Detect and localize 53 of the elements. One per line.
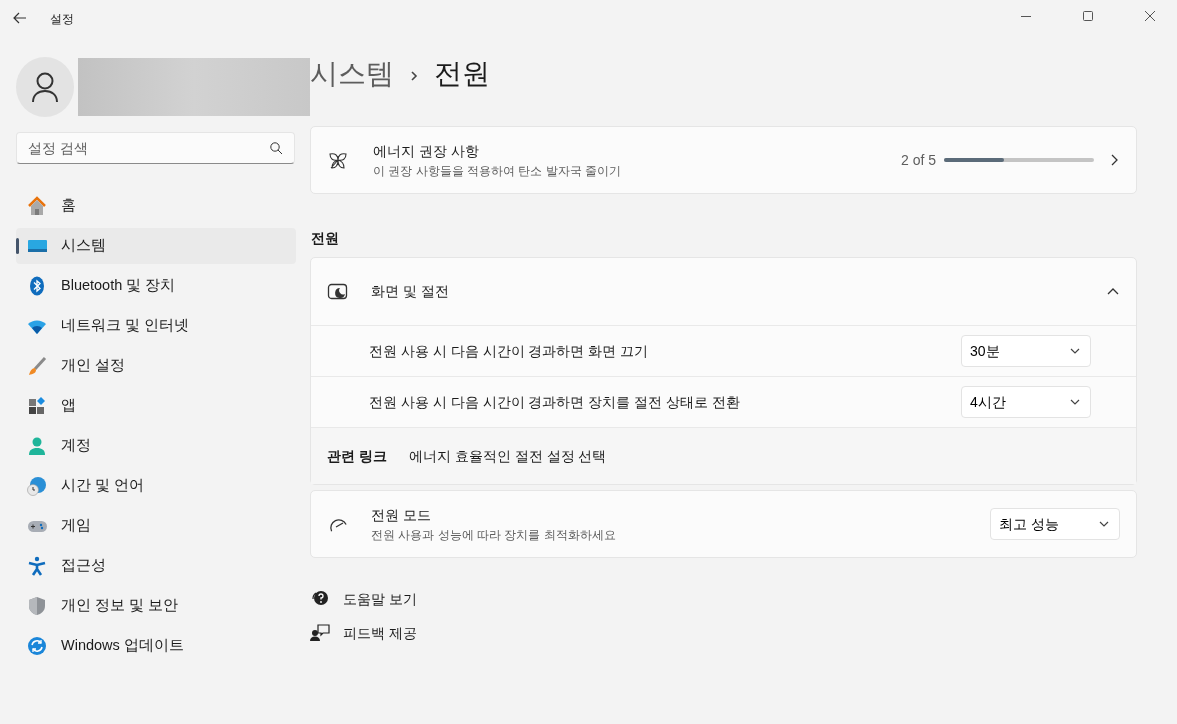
sidebar-item[interactable]: 앱 (16, 388, 296, 424)
person-icon (27, 436, 47, 456)
breadcrumb-link[interactable]: 시스템 (310, 53, 394, 95)
card-subtitle: 이 권장 사항들을 적용하여 탄소 발자국 줄이기 (373, 162, 621, 180)
sidebar-item[interactable]: 게임 (16, 508, 296, 544)
person-icon (30, 71, 61, 103)
time-dropdown[interactable]: 30분 (961, 335, 1091, 367)
page-title: 전원 (434, 57, 490, 91)
sidebar-item[interactable]: Bluetooth 및 장치 (16, 268, 296, 304)
help-link[interactable]: 피드백 제공 (310, 616, 417, 650)
sidebar-item[interactable]: 시스템 (16, 228, 296, 264)
sidebar-item[interactable]: 접근성 (16, 548, 296, 584)
selection-indicator (16, 238, 19, 254)
expander-title: 화면 및 절전 (371, 282, 449, 301)
setting-label: 전원 사용 시 다음 시간이 경과하면 장치를 절전 상태로 전환 (369, 392, 740, 412)
expander-header[interactable]: 화면 및 절전 (311, 258, 1136, 325)
related-link[interactable]: 에너지 효율적인 절전 설정 선택 (408, 445, 607, 467)
sidebar-item[interactable]: 계정 (16, 428, 296, 464)
setting-title: 전원 모드 (371, 505, 432, 525)
screen-moon-icon (327, 281, 349, 302)
brush-icon (27, 356, 47, 376)
back-arrow-icon (12, 10, 28, 26)
time-dropdown[interactable]: 4시간 (961, 386, 1091, 418)
power-mode-dropdown[interactable]: 최고 성능 (990, 508, 1120, 540)
recommendation-card[interactable]: 에너지 권장 사항 이 권장 사항들을 적용하여 탄소 발자국 줄이기 2 of 5 (310, 126, 1137, 194)
sidebar-item[interactable]: 네트워크 및 인터넷 (16, 308, 296, 344)
section-title: 전원 (311, 229, 340, 248)
related-links-label: 관련 링크 (327, 446, 387, 466)
shield-icon (27, 596, 47, 616)
window-title: 설정 (50, 11, 74, 28)
breadcrumb-chevron-icon (408, 69, 420, 83)
sidebar-item[interactable]: Windows 업데이트 (16, 628, 296, 664)
sidebar-item[interactable]: 시간 및 언어 (16, 468, 296, 504)
accessibility-icon (27, 556, 47, 576)
globe-clock-icon (27, 476, 47, 496)
card-title: 에너지 권장 사항 (373, 141, 480, 161)
home-icon (27, 196, 47, 216)
progress-label: 2 of 5 (900, 150, 936, 170)
minimize-icon (1021, 15, 1031, 17)
update-icon (27, 636, 47, 656)
search-icon (269, 141, 283, 155)
apps-icon (27, 396, 47, 416)
close-icon (1143, 9, 1157, 23)
setting-label: 전원 사용 시 다음 시간이 경과하면 화면 끄기 (369, 341, 649, 361)
maximize-icon (1081, 9, 1095, 23)
help-link[interactable]: 도움말 보기 (310, 582, 417, 616)
feedback-icon (310, 623, 330, 643)
setting-subtitle: 전원 사용과 성능에 따라 장치를 최적화하세요 (371, 526, 616, 544)
sidebar-item[interactable]: 개인 설정 (16, 348, 296, 384)
bluetooth-icon (27, 276, 47, 296)
search-field[interactable]: 설정 검색 (16, 132, 295, 164)
sidebar-item[interactable]: 개인 정보 및 보안 (16, 588, 296, 624)
sidebar-item[interactable]: 홈 (16, 188, 296, 224)
